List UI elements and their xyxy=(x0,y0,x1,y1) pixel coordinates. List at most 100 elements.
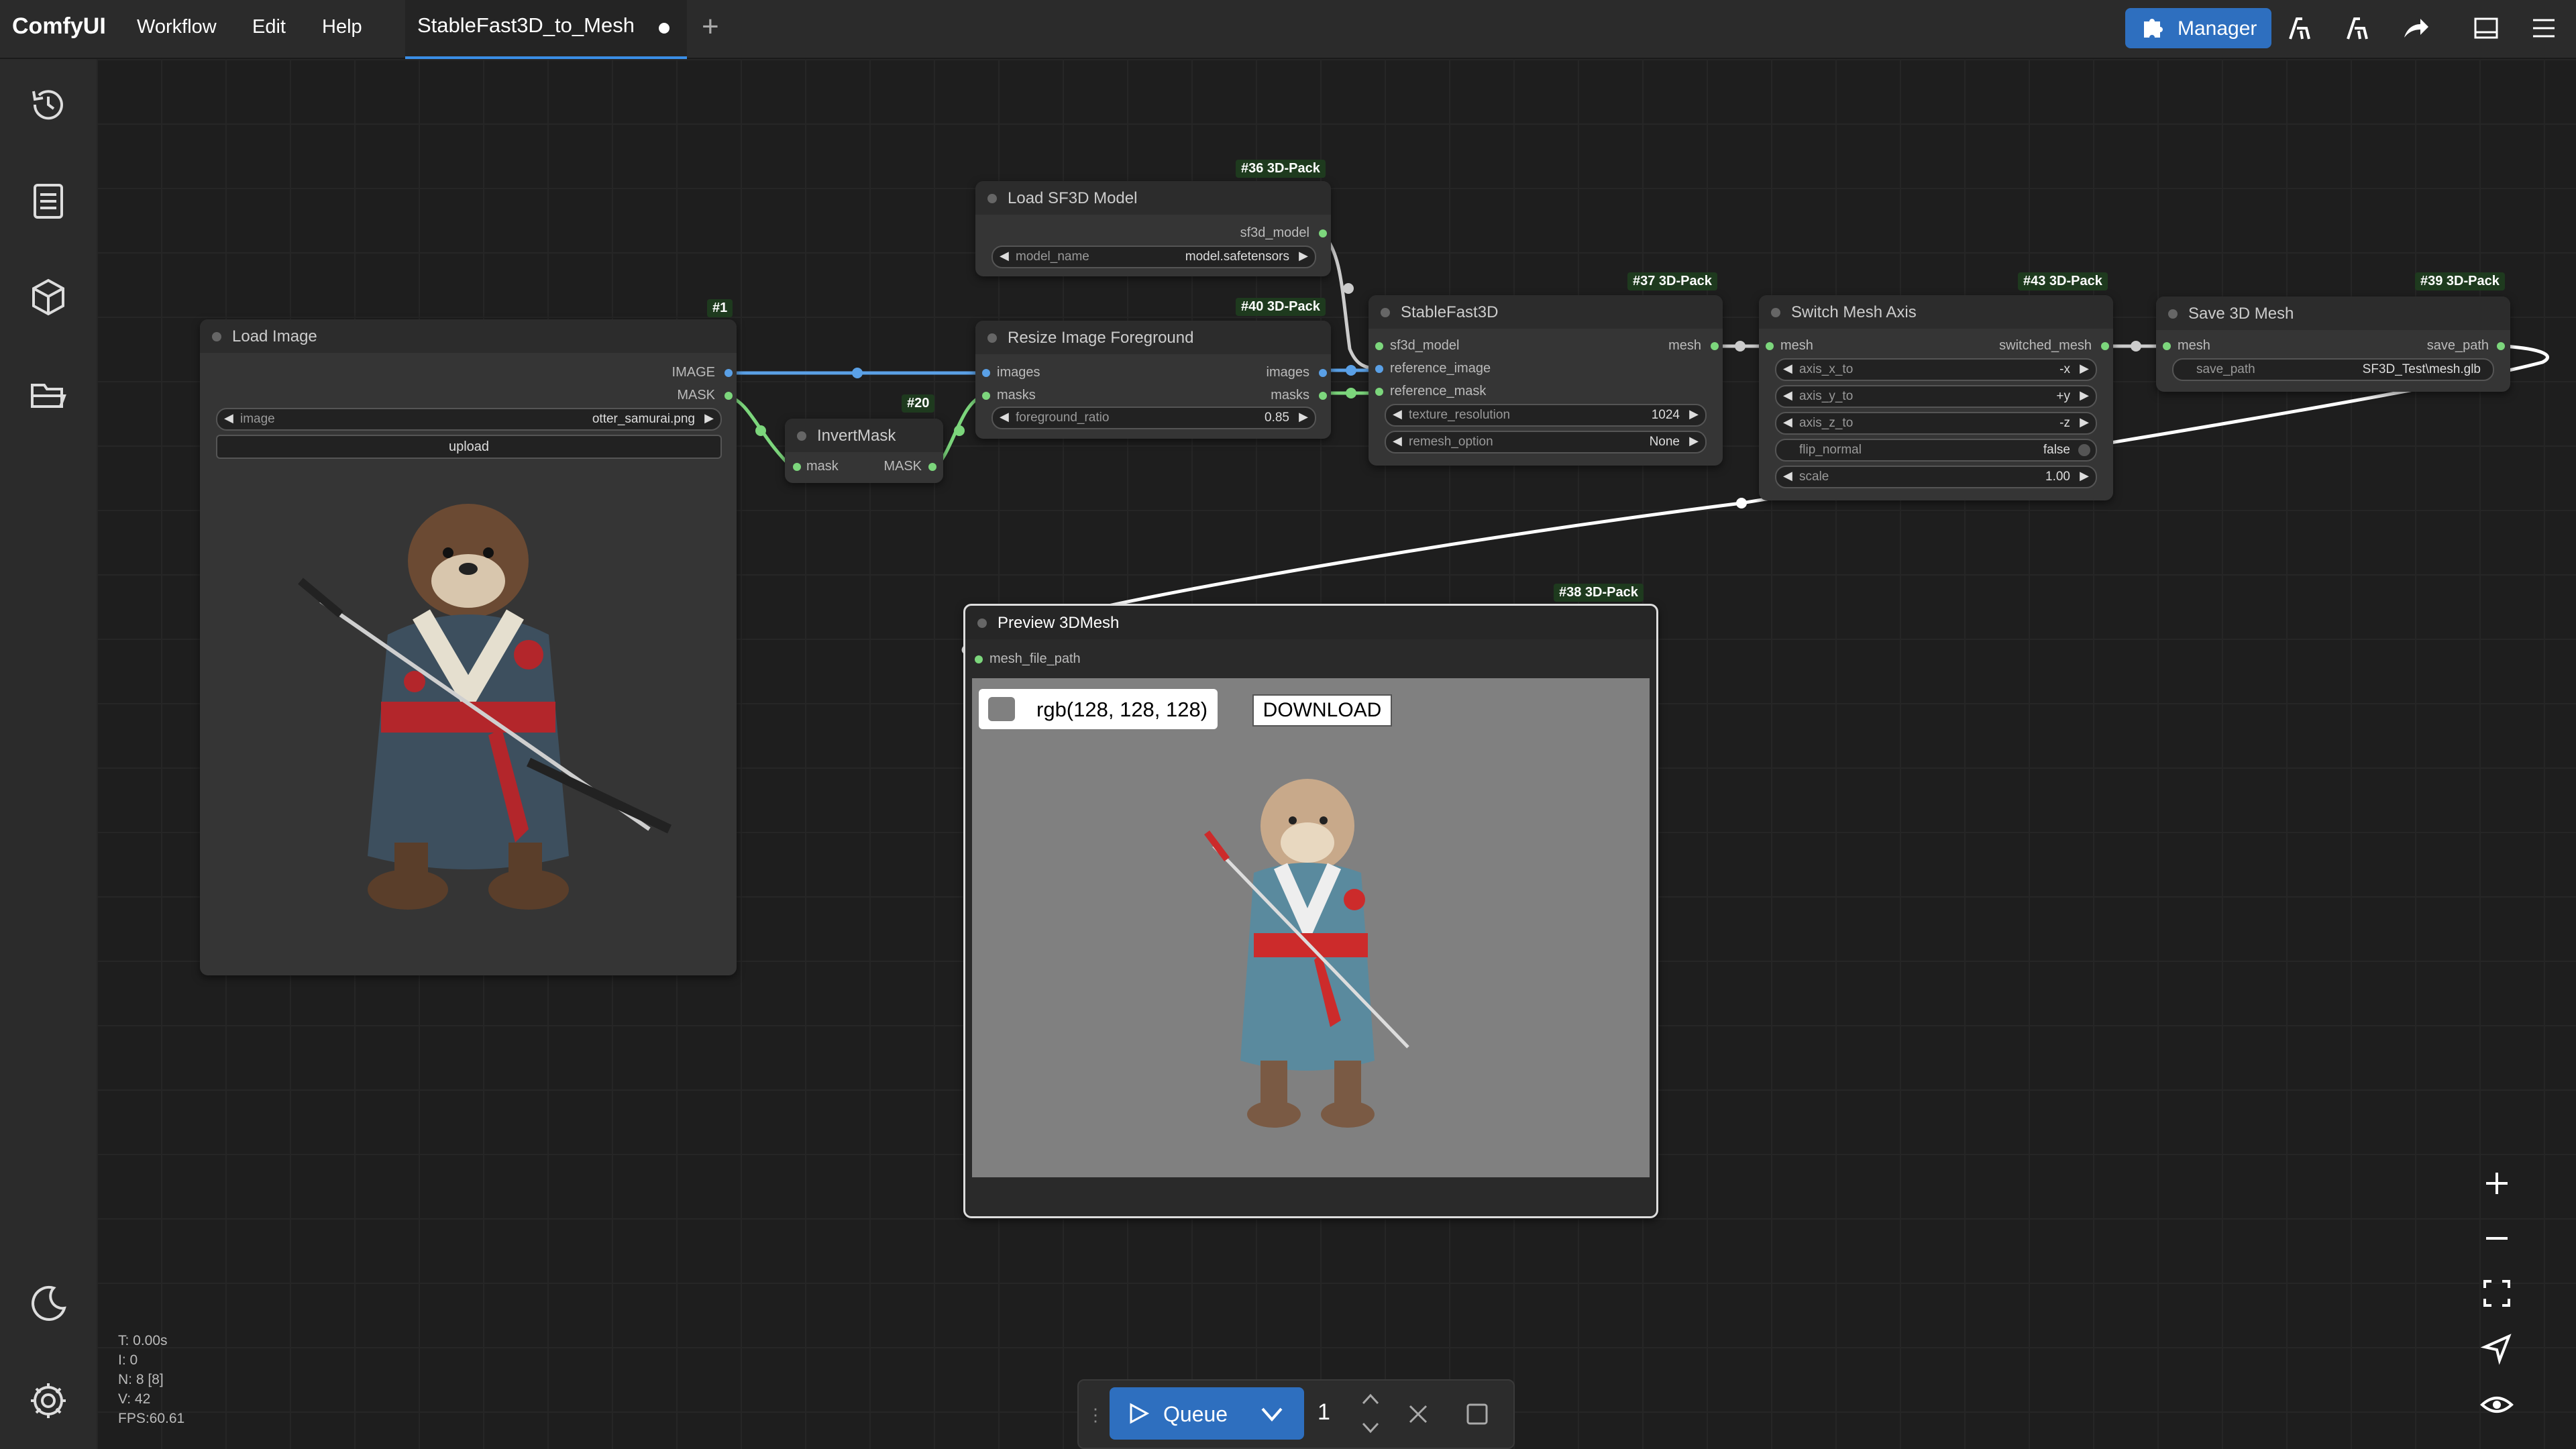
widget-label: scale xyxy=(1799,470,1829,484)
node-invert-mask[interactable]: InvertMask mask MASK xyxy=(785,419,943,483)
input-reference-mask-dot[interactable] xyxy=(1375,388,1383,396)
node-id-badge: #43 3D-Pack xyxy=(2018,272,2108,290)
arrow-left-icon[interactable]: ◀ xyxy=(1783,469,1792,483)
arrow-left-icon[interactable]: ◀ xyxy=(1393,434,1402,448)
queue-count-input[interactable]: 1 xyxy=(1318,1399,1330,1426)
output-image-dot[interactable] xyxy=(724,369,733,377)
stop-square-icon[interactable] xyxy=(1464,1401,1491,1428)
collapse-dot[interactable] xyxy=(987,194,997,203)
node-title-bar[interactable]: Resize Image Foreground xyxy=(975,321,1331,354)
input-images-dot[interactable] xyxy=(982,369,990,377)
node-title-bar[interactable]: StableFast3D xyxy=(1368,295,1723,329)
arrow-left-icon[interactable]: ◀ xyxy=(1393,407,1402,421)
input-mask-dot[interactable] xyxy=(793,463,801,471)
input-sf3d-model-dot[interactable] xyxy=(1375,342,1383,350)
collapse-dot[interactable] xyxy=(1381,308,1390,317)
arrow-left-icon[interactable]: ◀ xyxy=(224,411,233,425)
node-title-bar[interactable]: Switch Mesh Axis xyxy=(1759,295,2113,329)
arrow-left-icon[interactable]: ◀ xyxy=(1783,388,1792,402)
collapse-dot[interactable] xyxy=(797,431,806,441)
toggle-links-eye-icon[interactable] xyxy=(2478,1386,2516,1424)
widget-scale[interactable]: ◀ scale 1.00 ▶ xyxy=(1775,466,2097,488)
node-title-bar[interactable]: Load Image xyxy=(200,319,737,353)
arrow-right-icon[interactable]: ▶ xyxy=(1299,410,1308,424)
node-preview-3dmesh[interactable]: Preview 3DMesh mesh_file_path rgb(128, 1… xyxy=(963,604,1658,1218)
mesh-preview-viewport[interactable]: rgb(128, 128, 128) DOWNLOAD xyxy=(972,678,1650,1177)
widget-axis-z-to[interactable]: ◀ axis_z_to -z ▶ xyxy=(1775,412,2097,435)
cancel-close-icon[interactable] xyxy=(1405,1401,1432,1428)
decrement-chevron-down-icon[interactable] xyxy=(1360,1419,1381,1436)
collapse-dot[interactable] xyxy=(987,333,997,343)
widget-texture-resolution[interactable]: ◀ texture_resolution 1024 ▶ xyxy=(1385,404,1707,427)
arrow-right-icon[interactable]: ▶ xyxy=(704,411,714,425)
zoom-out-minus-icon[interactable] xyxy=(2478,1220,2516,1257)
widget-axis-x-to[interactable]: ◀ axis_x_to -x ▶ xyxy=(1775,358,2097,381)
background-color-picker[interactable]: rgb(128, 128, 128) xyxy=(979,689,1218,729)
arrow-left-icon[interactable]: ◀ xyxy=(1000,410,1009,424)
node-title-bar[interactable]: Preview 3DMesh xyxy=(965,606,1656,639)
output-mask-dot[interactable] xyxy=(928,463,936,471)
node-load-sf3d-model[interactable]: Load SF3D Model sf3d_model ◀ model_name … xyxy=(975,181,1331,276)
widget-value: false xyxy=(2043,443,2070,457)
increment-chevron-up-icon[interactable] xyxy=(1360,1391,1381,1407)
widget-axis-y-to[interactable]: ◀ axis_y_to +y ▶ xyxy=(1775,385,2097,408)
upload-button[interactable]: upload xyxy=(216,435,722,459)
input-reference-image-dot[interactable] xyxy=(1375,365,1383,373)
arrow-right-icon[interactable]: ▶ xyxy=(2080,469,2089,483)
output-mask-dot[interactable] xyxy=(724,392,733,400)
node-load-image[interactable]: Load Image IMAGE MASK ◀ image otter_samu… xyxy=(200,319,737,975)
input-mesh-label: mesh xyxy=(1780,338,1813,353)
widget-label: axis_y_to xyxy=(1799,389,1854,403)
input-mesh-file-path-dot[interactable] xyxy=(975,655,983,663)
node-title-bar[interactable]: Save 3D Mesh xyxy=(2156,297,2510,330)
output-sf3d-model-label: sf3d_model xyxy=(1240,225,1309,240)
widget-model-name[interactable]: ◀ model_name model.safetensors ▶ xyxy=(991,246,1316,268)
color-swatch xyxy=(988,697,1015,721)
collapse-dot[interactable] xyxy=(2168,309,2178,319)
chevron-down-icon[interactable] xyxy=(1260,1405,1284,1424)
output-mesh-dot[interactable] xyxy=(1711,342,1719,350)
arrow-right-icon[interactable]: ▶ xyxy=(2080,362,2089,376)
node-title: Preview 3DMesh xyxy=(998,614,1120,632)
collapse-dot[interactable] xyxy=(977,619,987,628)
arrow-left-icon[interactable]: ◀ xyxy=(1000,249,1009,263)
widget-remesh-option[interactable]: ◀ remesh_option None ▶ xyxy=(1385,431,1707,453)
input-mesh-label: mesh xyxy=(2178,338,2210,353)
widget-save-path-input[interactable]: save_path SF3D_Test\mesh.glb xyxy=(2172,358,2494,381)
select-pointer-icon[interactable] xyxy=(2478,1330,2516,1367)
widget-label: save_path xyxy=(2196,362,2255,376)
widget-foreground-ratio[interactable]: ◀ foreground_ratio 0.85 ▶ xyxy=(991,407,1316,429)
widget-flip-normal-toggle[interactable]: flip_normal false xyxy=(1775,439,2097,462)
output-masks-dot[interactable] xyxy=(1319,392,1327,400)
input-mesh-dot[interactable] xyxy=(1766,342,1774,350)
arrow-right-icon[interactable]: ▶ xyxy=(1299,249,1308,263)
collapse-dot[interactable] xyxy=(212,332,221,341)
node-title-bar[interactable]: InvertMask xyxy=(785,419,943,452)
zoom-in-plus-icon[interactable] xyxy=(2478,1165,2516,1202)
node-stablefast3d[interactable]: StableFast3D sf3d_model reference_image … xyxy=(1368,295,1723,466)
input-mesh-dot[interactable] xyxy=(2163,342,2171,350)
input-masks-dot[interactable] xyxy=(982,392,990,400)
widget-label: axis_x_to xyxy=(1799,362,1854,376)
widget-image-select[interactable]: ◀ image otter_samurai.png ▶ xyxy=(216,408,722,431)
arrow-left-icon[interactable]: ◀ xyxy=(1783,415,1792,429)
node-title-bar[interactable]: Load SF3D Model xyxy=(975,181,1331,215)
queue-button[interactable]: Queue xyxy=(1110,1387,1304,1440)
drag-handle-icon[interactable]: ⋮ xyxy=(1087,1405,1104,1426)
output-mask-label: MASK xyxy=(677,388,715,402)
collapse-dot[interactable] xyxy=(1771,308,1780,317)
arrow-left-icon[interactable]: ◀ xyxy=(1783,362,1792,376)
download-button[interactable]: DOWNLOAD xyxy=(1252,694,1392,727)
output-dot[interactable] xyxy=(2497,342,2505,350)
node-resize-image-foreground[interactable]: Resize Image Foreground images masks ima… xyxy=(975,321,1331,439)
fit-view-icon[interactable] xyxy=(2478,1275,2516,1312)
output-images-dot[interactable] xyxy=(1319,369,1327,377)
output-dot[interactable] xyxy=(2101,342,2109,350)
arrow-right-icon[interactable]: ▶ xyxy=(2080,388,2089,402)
arrow-right-icon[interactable]: ▶ xyxy=(1689,434,1699,448)
node-switch-mesh-axis[interactable]: Switch Mesh Axis mesh switched_mesh ◀ ax… xyxy=(1759,295,2113,500)
node-save-3d-mesh[interactable]: Save 3D Mesh mesh save_path save_path SF… xyxy=(2156,297,2510,392)
output-dot[interactable] xyxy=(1319,229,1327,237)
arrow-right-icon[interactable]: ▶ xyxy=(1689,407,1699,421)
arrow-right-icon[interactable]: ▶ xyxy=(2080,415,2089,429)
